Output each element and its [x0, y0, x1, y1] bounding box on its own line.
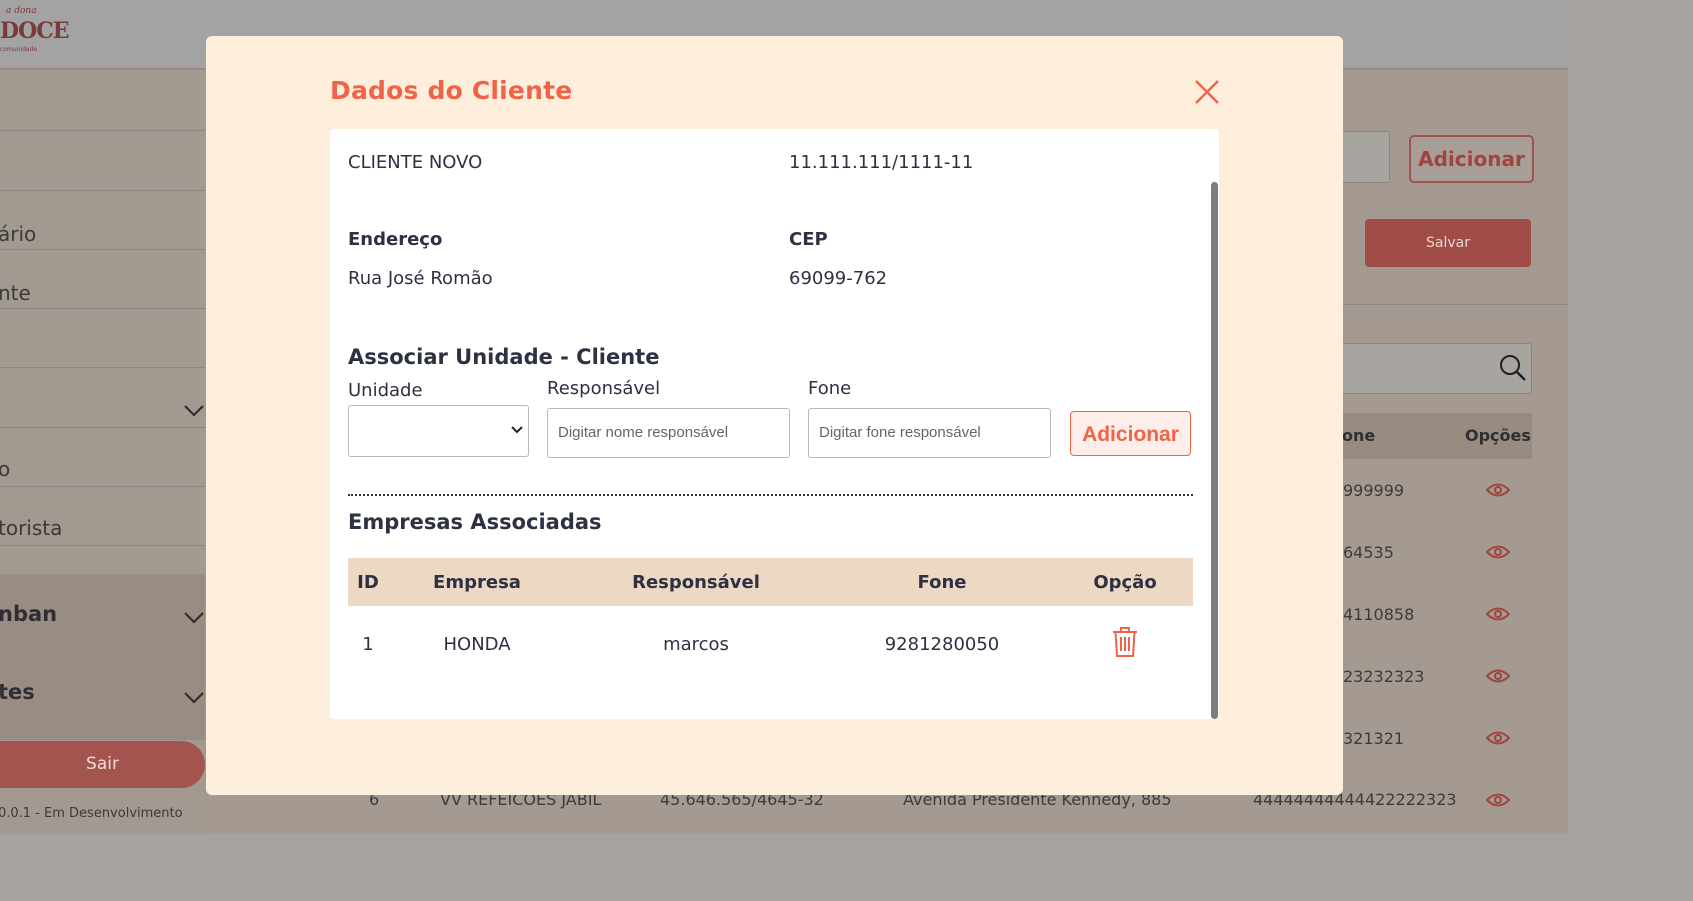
responsible-name-input[interactable]: Digitar nome responsável	[547, 408, 790, 458]
sidebar-section-kanban[interactable]: nban	[0, 602, 57, 626]
table-cell-phone: 64535	[1343, 543, 1394, 562]
table-cell-phone: 4110858	[1343, 605, 1415, 624]
cell-responsavel: marcos	[663, 634, 729, 655]
eye-icon[interactable]	[1486, 482, 1510, 498]
column-header-fone: Fone	[917, 572, 967, 593]
add-association-button[interactable]: Adicionar	[1070, 411, 1191, 456]
cell-empresa: HONDA	[443, 634, 511, 655]
eye-icon[interactable]	[1486, 730, 1510, 746]
column-header-opcao: Opção	[1093, 572, 1157, 593]
column-header-responsavel: Responsável	[632, 572, 760, 593]
cell-id: 1	[362, 634, 374, 655]
trash-icon[interactable]	[1112, 626, 1138, 658]
unit-label: Unidade	[348, 380, 423, 401]
table-cell-phone: 23232323	[1343, 667, 1425, 686]
divider	[1343, 304, 1568, 305]
sidebar-item[interactable]	[0, 130, 205, 191]
address-label: Endereço	[348, 229, 443, 250]
client-details-card: CLIENTE NOVO 11.111.111/1111-11 Endereço…	[330, 129, 1219, 719]
associated-companies-heading: Empresas Associadas	[348, 510, 602, 534]
responsible-phone-input[interactable]: Digitar fone responsável	[808, 408, 1051, 458]
add-button[interactable]: Adicionar	[1409, 135, 1534, 183]
modal-title: Dados do Cliente	[330, 76, 573, 105]
table-search-input[interactable]	[1340, 343, 1532, 394]
sidebar-item[interactable]: ário	[0, 190, 205, 250]
eye-icon[interactable]	[1486, 606, 1510, 622]
close-icon[interactable]	[1193, 78, 1221, 106]
client-details-modal: Dados do Cliente CLIENTE NOVO 11.111.111…	[206, 36, 1343, 795]
cep-label: CEP	[789, 229, 828, 250]
associate-unit-heading: Associar Unidade - Cliente	[348, 345, 660, 369]
search-icon[interactable]	[1499, 354, 1527, 382]
eye-icon[interactable]	[1486, 668, 1510, 684]
cell-fone: 9281280050	[884, 634, 1000, 655]
sidebar: ário nte o torista nban tes	[0, 70, 205, 834]
modal-scrollbar[interactable]	[1211, 182, 1218, 719]
client-address: Rua José Romão	[348, 268, 493, 289]
logout-button[interactable]: Sair	[0, 741, 205, 788]
phone-label: Fone	[808, 378, 852, 399]
sidebar-section-group: nban tes	[0, 574, 205, 740]
sidebar-item[interactable]: o	[0, 427, 205, 487]
divider	[348, 494, 1193, 496]
brand-logo: a dona DOCE comunidade	[0, 6, 70, 53]
sidebar-item[interactable]: nte	[0, 249, 205, 309]
column-header-empresa: Empresa	[433, 572, 521, 593]
eye-icon[interactable]	[1486, 792, 1510, 808]
version-label: 0.0.1 - Em Desenvolvimento	[0, 806, 183, 821]
chevron-down-icon	[184, 405, 204, 417]
chevron-down-icon	[511, 426, 523, 434]
sidebar-item[interactable]	[0, 308, 205, 368]
sidebar-item[interactable]: torista	[0, 486, 205, 546]
companies-table-header: ID Empresa Responsável Fone Opção	[348, 558, 1193, 606]
eye-icon[interactable]	[1486, 544, 1510, 560]
client-cnpj: 11.111.111/1111-11	[789, 152, 974, 173]
responsible-label: Responsável	[547, 378, 661, 399]
chevron-down-icon[interactable]	[183, 606, 205, 628]
sidebar-item[interactable]	[0, 70, 205, 131]
unit-select[interactable]	[348, 405, 529, 457]
table-cell-phone: 321321	[1343, 729, 1405, 748]
client-name: CLIENTE NOVO	[348, 152, 483, 173]
table-cell-phone: 999999	[1343, 481, 1405, 500]
save-button[interactable]: Salvar	[1365, 219, 1531, 267]
sidebar-section-clientes[interactable]: tes	[0, 680, 35, 704]
table-header: one Opções	[1330, 413, 1532, 459]
client-cep: 69099-762	[789, 268, 888, 289]
sidebar-item-dropdown[interactable]	[0, 367, 205, 428]
column-header-id: ID	[357, 572, 379, 593]
chevron-down-icon[interactable]	[183, 686, 205, 708]
